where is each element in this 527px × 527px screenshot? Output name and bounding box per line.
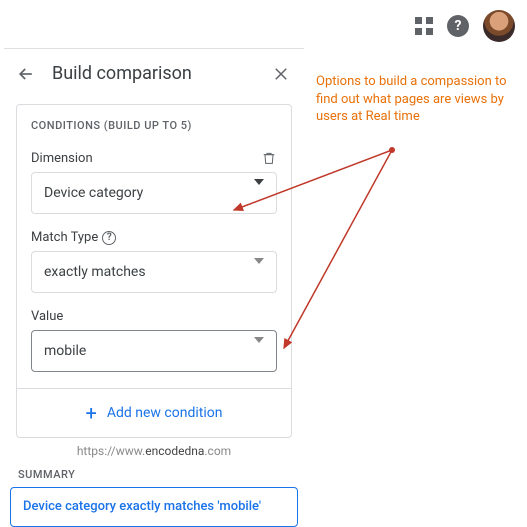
value-value: mobile [44, 343, 86, 359]
close-icon[interactable] [272, 65, 290, 83]
summary-box: Device category exactly matches 'mobile' [10, 487, 298, 527]
add-condition-button[interactable]: + Add new condition [16, 389, 292, 438]
matchtype-label: Match Type [31, 230, 98, 245]
watermark: https://www.encodedna.com [4, 444, 304, 458]
annotation-text: Options to build a compassion to find ou… [316, 73, 516, 126]
chevron-down-icon [254, 343, 264, 359]
help-icon[interactable]: ? [447, 15, 469, 37]
panel-title: Build comparison [52, 63, 256, 84]
add-condition-label: Add new condition [107, 405, 223, 421]
dimension-label: Dimension [31, 151, 93, 166]
avatar[interactable] [483, 10, 515, 42]
apps-icon[interactable] [415, 17, 433, 35]
dimension-select[interactable]: Device category [31, 172, 277, 214]
chevron-down-icon [254, 185, 264, 201]
comparison-panel: Build comparison CONDITIONS (BUILD UP TO… [4, 48, 304, 527]
matchtype-select[interactable]: exactly matches [31, 251, 277, 293]
plus-icon: + [86, 403, 97, 423]
dimension-value: Device category [44, 185, 143, 201]
delete-condition-icon[interactable] [261, 150, 277, 166]
value-select[interactable]: mobile [31, 330, 277, 372]
summary-label: SUMMARY [4, 460, 304, 487]
value-label: Value [31, 309, 63, 324]
matchtype-value: exactly matches [44, 264, 146, 280]
conditions-section-title: CONDITIONS (BUILD UP TO 5) [31, 119, 277, 132]
matchtype-help-icon[interactable]: ? [102, 231, 116, 245]
chevron-down-icon [254, 264, 264, 280]
back-arrow-icon[interactable] [16, 64, 36, 84]
